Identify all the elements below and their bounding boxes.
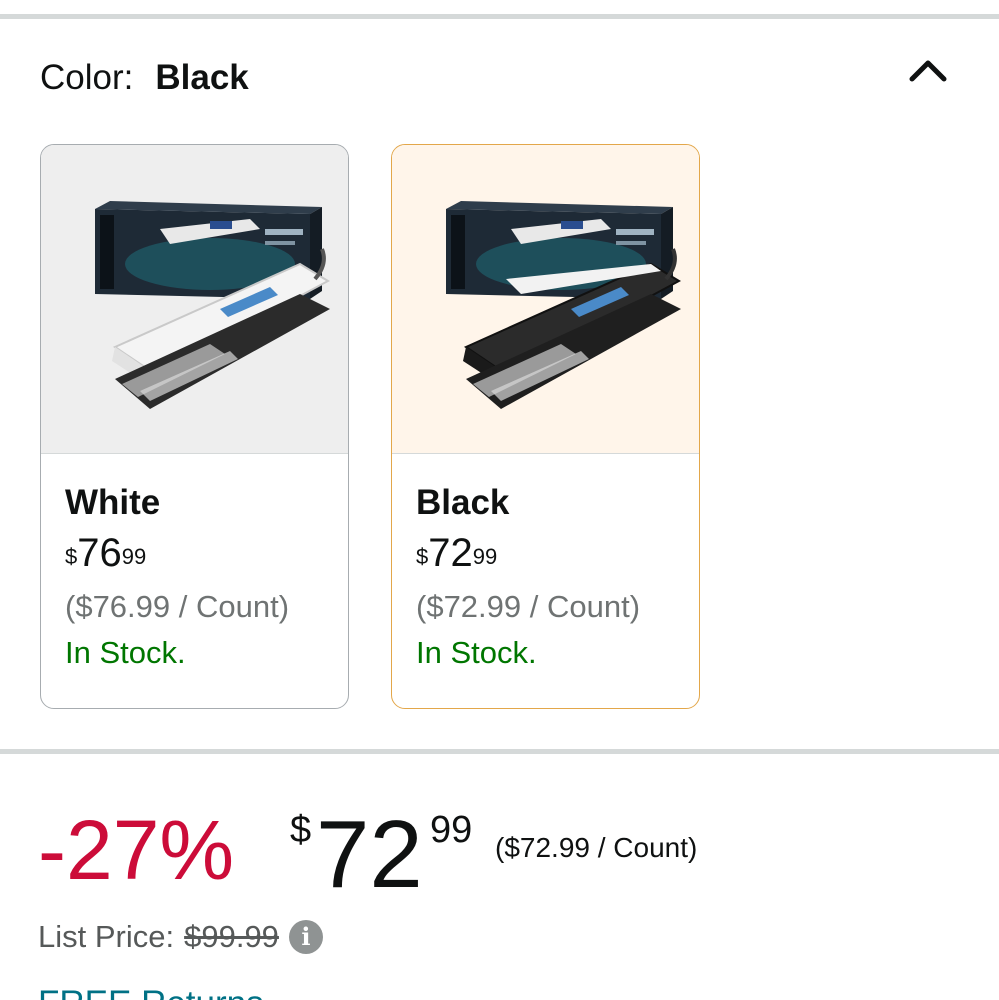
price-whole: 76: [77, 531, 122, 575]
swatch-image-black: [392, 145, 699, 454]
swatch-info-white: White $7699 ($76.99 / Count) In Stock.: [41, 454, 348, 676]
list-price-value: $99.99: [184, 919, 279, 954]
price-cents: 99: [472, 544, 498, 569]
swatch-name: Black: [416, 483, 510, 522]
selected-color-value: Black: [155, 58, 249, 97]
swatch-price: $7699: [65, 528, 348, 578]
swatch-name: White: [65, 483, 161, 522]
swatch-info-black: Black $7299 ($72.99 / Count) In Stock.: [392, 454, 699, 676]
unit-price: ($72.99 / Count): [416, 589, 641, 624]
collapse-color-button[interactable]: [900, 48, 956, 92]
color-selector-header: Color: Black: [40, 55, 249, 101]
price-whole: 72: [428, 531, 473, 575]
list-price-row: List Price: $99.99 i: [38, 915, 323, 959]
price-symbol: $: [65, 544, 78, 569]
price-cents: 99: [430, 809, 473, 851]
list-price-label: List Price:: [38, 919, 175, 954]
unit-price: ($76.99 / Count): [65, 589, 290, 624]
hair-straightener-black-icon: [445, 201, 681, 409]
price-cents: 99: [121, 544, 147, 569]
hair-straightener-white-icon: [94, 201, 330, 409]
stock-status: In Stock.: [65, 635, 186, 670]
swatch-black[interactable]: Black $7299 ($72.99 / Count) In Stock.: [391, 144, 700, 709]
chevron-up-icon: [909, 60, 947, 82]
color-label: Color:: [40, 58, 134, 97]
product-options-page: Color: Black White $7699 ($76.99 / Count…: [0, 0, 999, 1000]
price-symbol: $: [416, 544, 429, 569]
discount-percent: -27%: [38, 803, 235, 897]
free-returns-link[interactable]: FREE Returns: [38, 982, 264, 1000]
price-symbol: $: [290, 809, 312, 851]
swatch-price: $7299: [416, 528, 699, 578]
section-divider: [0, 749, 999, 754]
unit-price: ($72.99 / Count): [495, 832, 698, 863]
swatch-white[interactable]: White $7699 ($76.99 / Count) In Stock.: [40, 144, 349, 709]
stock-status: In Stock.: [416, 635, 537, 670]
top-divider: [0, 14, 999, 19]
swatch-image-white: [41, 145, 348, 454]
price-whole: 72: [316, 801, 423, 908]
info-icon[interactable]: i: [288, 920, 323, 954]
